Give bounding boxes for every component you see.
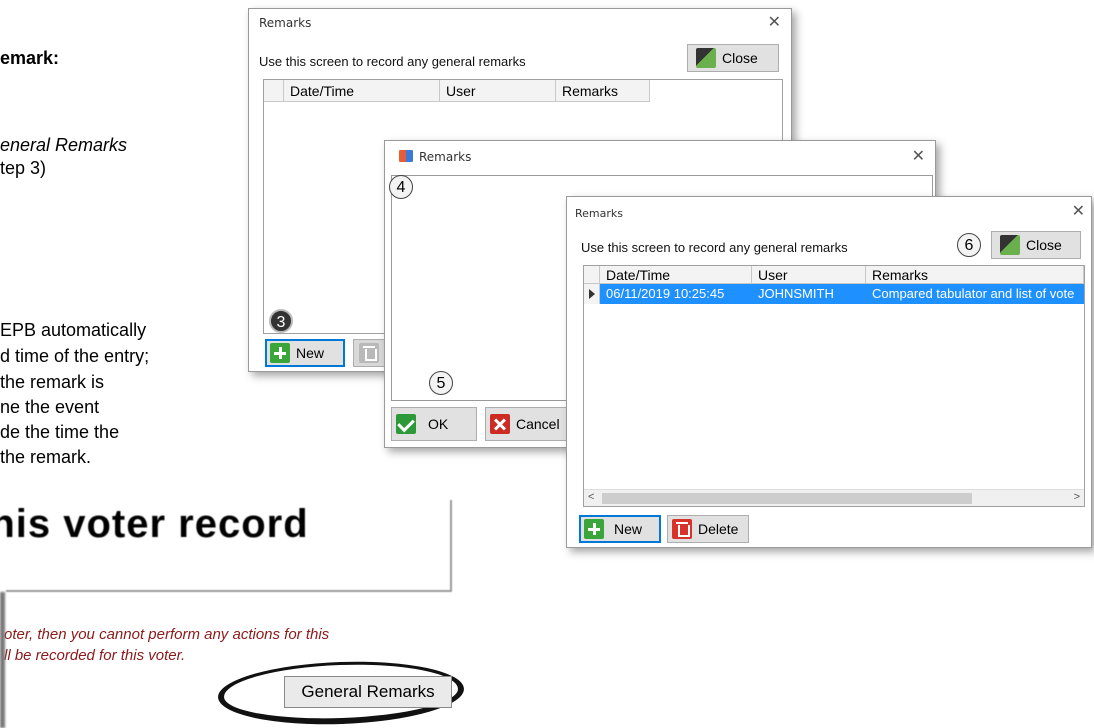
general-remarks-button[interactable]: General Remarks <box>284 676 452 708</box>
close-icon[interactable]: ✕ <box>912 146 925 165</box>
new-button-label: New <box>614 521 643 537</box>
doc-italic-line: eneral Remarks <box>0 135 128 155</box>
window-title: Remarks <box>259 16 312 30</box>
voter-record-header-box: this voter record <box>0 500 452 592</box>
column-header-user[interactable]: User <box>752 266 866 284</box>
instructions-text: Use this screen to record any general re… <box>581 240 848 255</box>
titlebar: Remarks ✕ <box>385 141 935 169</box>
doc-body-line-4: ne the event <box>0 397 100 417</box>
column-header-user[interactable]: User <box>440 80 556 102</box>
voter-notice-line-2: ll be recorded for this voter. <box>4 647 186 664</box>
voter-record-header: this voter record <box>0 502 309 546</box>
header-row-indicator <box>584 266 600 284</box>
close-button-label: Close <box>1026 237 1062 253</box>
step-badge-3: 3 <box>269 309 293 333</box>
doc-heading: emark: <box>0 48 60 68</box>
new-button[interactable]: New <box>265 339 345 367</box>
close-door-icon <box>696 48 716 68</box>
close-button[interactable]: Close <box>991 231 1081 259</box>
remarks-grid[interactable]: Date/Time User Remarks 06/11/2019 10:25:… <box>583 265 1085 507</box>
column-header-remarks[interactable]: Remarks <box>556 80 650 102</box>
delete-button[interactable]: Delete <box>667 515 749 543</box>
window-title: Remarks <box>575 207 623 220</box>
cancel-button-label: Cancel <box>516 416 560 432</box>
column-header-remarks[interactable]: Remarks <box>866 266 1084 284</box>
general-remarks-label: General Remarks <box>301 682 435 701</box>
cell-remarks: Compared tabulator and list of vote <box>866 284 1084 304</box>
doc-body-line-3: the remark is <box>0 372 105 392</box>
doc-body-line-1: EPB automatically <box>0 320 147 340</box>
remarks-window-front: Remarks ✕ Use this screen to record any … <box>566 196 1092 548</box>
instructions-text: Use this screen to record any general re… <box>259 54 526 69</box>
trash-icon <box>672 519 692 539</box>
new-button-label: New <box>296 345 325 361</box>
titlebar: Remarks ✕ <box>249 9 791 37</box>
doc-step-ref: tep 3) <box>0 158 47 178</box>
table-row[interactable]: 06/11/2019 10:25:45 JOHNSMITH Compared t… <box>584 284 1084 304</box>
new-button[interactable]: New <box>579 515 661 543</box>
delete-button-disabled[interactable] <box>353 339 387 367</box>
close-button-label: Close <box>722 50 758 66</box>
close-button[interactable]: Close <box>687 44 779 72</box>
plus-icon <box>584 519 604 539</box>
voter-notice-line-1: oter, then you cannot perform any action… <box>4 626 330 643</box>
close-icon[interactable]: ✕ <box>1072 201 1085 220</box>
app-icon <box>399 150 413 162</box>
ok-button[interactable]: OK <box>391 407 477 441</box>
step-badge-5: 5 <box>429 371 453 395</box>
doc-body-line-2: d time of the entry; <box>0 346 150 366</box>
grid-header: Date/Time User Remarks <box>584 266 1084 284</box>
scrollbar-thumb[interactable] <box>602 493 972 504</box>
doc-body-line-5: de the time the <box>0 422 120 442</box>
scroll-left-icon[interactable]: < <box>588 491 594 503</box>
checkmark-icon <box>396 414 416 434</box>
cell-datetime: 06/11/2019 10:25:45 <box>600 284 752 304</box>
voter-record-panel: this voter record oter, then you cannot … <box>0 492 470 728</box>
cancel-button[interactable]: Cancel <box>485 407 575 441</box>
scroll-right-icon[interactable]: > <box>1074 491 1080 503</box>
cell-user: JOHNSMITH <box>752 284 866 304</box>
row-indicator-arrow-icon <box>584 284 600 304</box>
step-badge-4: 4 <box>389 175 413 199</box>
left-edge-bar <box>0 592 5 728</box>
close-door-icon <box>1000 235 1020 255</box>
header-row-indicator <box>264 80 284 102</box>
grid-header: Date/Time User Remarks <box>264 80 782 102</box>
plus-icon <box>270 343 290 363</box>
close-icon[interactable]: ✕ <box>768 12 781 31</box>
horizontal-scrollbar[interactable]: < > <box>584 489 1084 506</box>
column-header-datetime[interactable]: Date/Time <box>600 266 752 284</box>
ok-button-label: OK <box>428 416 449 432</box>
step-badge-6: 6 <box>957 233 981 257</box>
trash-icon <box>359 343 379 363</box>
titlebar: Remarks ✕ <box>567 197 1091 225</box>
column-header-datetime[interactable]: Date/Time <box>284 80 440 102</box>
doc-body-line-6: the remark. <box>0 447 92 467</box>
delete-button-label: Delete <box>698 521 739 537</box>
cancel-x-icon <box>490 414 510 434</box>
window-title: Remarks <box>419 150 472 164</box>
